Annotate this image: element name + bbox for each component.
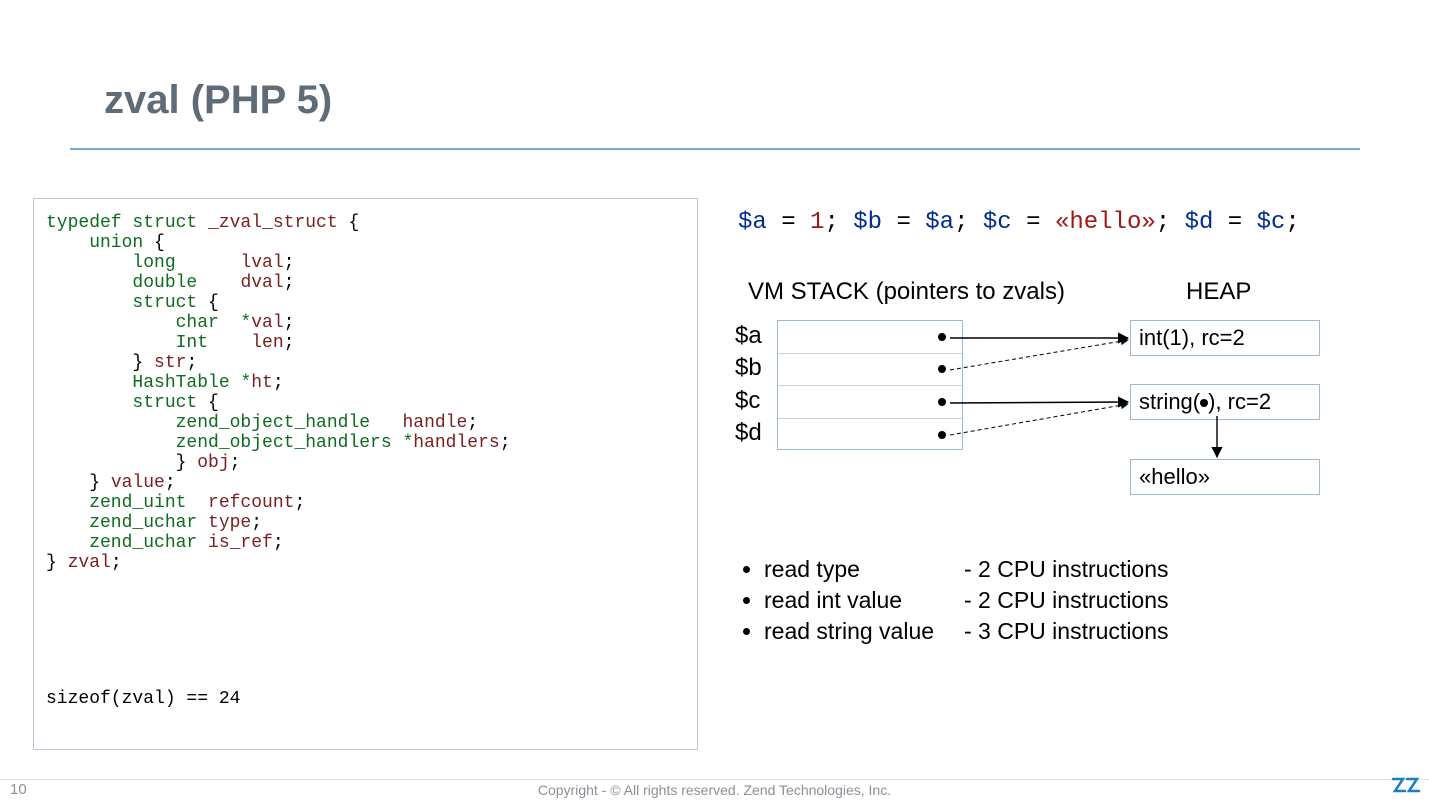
pointer-dot-icon <box>938 333 946 341</box>
sizeof-text: sizeof(zval) == 24 <box>46 689 240 709</box>
code-block: typedef struct _zval_struct { union { lo… <box>46 213 685 573</box>
var-b-label: $b <box>735 354 762 382</box>
heap-string-box: string(), rc=2 <box>1130 384 1320 420</box>
pointer-dot-icon <box>1200 399 1208 407</box>
heap-hello-box: «hello» <box>1130 459 1320 495</box>
heap-title: HEAP <box>1186 278 1251 306</box>
stack-row-b <box>778 354 962 387</box>
pointer-dot-icon <box>938 398 946 406</box>
var-d-label: $d <box>735 419 762 447</box>
cpu-instructions-list: read type- 2 CPU instructions read int v… <box>740 556 1169 649</box>
bullet-read-type: read type- 2 CPU instructions <box>764 556 1169 583</box>
copyright-text: Copyright - © All rights reserved. Zend … <box>0 782 1429 798</box>
bullet-read-string: read string value- 3 CPU instructions <box>764 618 1169 645</box>
slide-title: zval (PHP 5) <box>104 78 332 123</box>
vm-stack-box <box>777 320 963 450</box>
var-c-label: $c <box>735 387 760 415</box>
php-assignment-line: $a = 1; $b = $a; $c = «hello»; $d = $c; <box>738 209 1300 236</box>
title-rule <box>70 148 1360 150</box>
bullet-read-int: read int value- 2 CPU instructions <box>764 587 1169 614</box>
stack-row-c <box>778 386 962 419</box>
code-box: typedef struct _zval_struct { union { lo… <box>33 198 698 750</box>
var-a-label: $a <box>735 322 762 350</box>
heap-int-box: int(1), rc=2 <box>1130 320 1320 356</box>
pointer-dot-icon <box>938 431 946 439</box>
stack-title: VM STACK (pointers to zvals) <box>748 278 1065 306</box>
pointer-dot-icon <box>938 365 946 373</box>
zend-logo-icon <box>1391 777 1419 800</box>
stack-row-a <box>778 321 962 354</box>
slide: zval (PHP 5) typedef struct _zval_struct… <box>0 0 1429 804</box>
footer-rule <box>0 779 1429 780</box>
stack-row-d <box>778 419 962 452</box>
